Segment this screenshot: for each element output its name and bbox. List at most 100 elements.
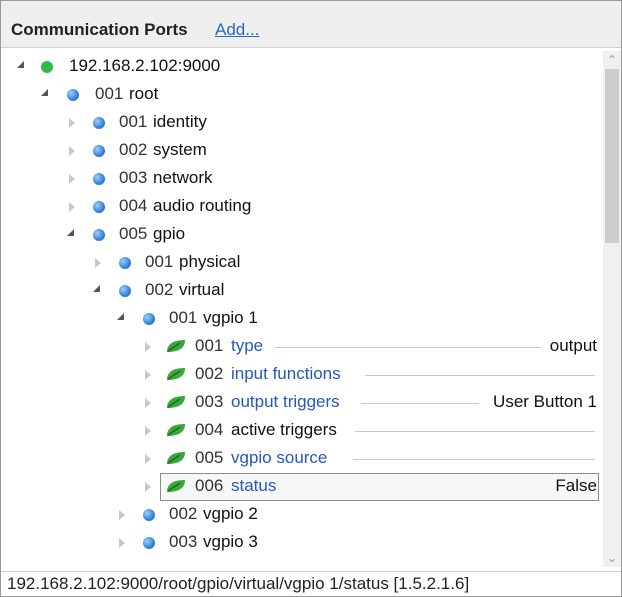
node-icon [93,173,105,185]
leaf-icon [167,424,185,436]
tree-node-number: 001 [119,112,148,131]
tree-node-label[interactable]: status [231,476,276,496]
expand-icon[interactable] [67,229,74,236]
tree-row-output-triggers[interactable]: 003 output triggers User Button 1 [5,389,601,417]
collapsed-arrow-icon[interactable] [145,398,151,408]
leader-line [361,403,479,404]
tree-node-value: output [549,336,597,355]
leaf-icon [167,452,185,464]
selection-highlight [160,473,599,501]
tree-row-root[interactable]: 001 root [5,81,601,109]
tree-node-label: audio routing [153,196,252,215]
add-link[interactable]: Add... [215,20,259,40]
chevron-down-icon[interactable]: ⌄ [603,549,621,567]
collapsed-arrow-icon[interactable] [119,510,125,520]
collapsed-arrow-icon[interactable] [145,342,151,352]
node-icon [67,89,79,101]
tree-node-number: 003 [119,168,148,187]
tree-node-number: 002 [195,364,224,383]
tree-row-identity[interactable]: 001 identity [5,109,601,137]
tree-node-number: 001 [195,336,224,355]
leader-line [365,375,595,376]
leader-line [275,347,541,348]
node-icon [93,145,105,157]
tree-node-label[interactable]: output triggers [231,392,340,412]
tree-node-label: 192.168.2.102:9000 [69,56,221,75]
tree-node-label[interactable]: input functions [231,364,341,384]
expand-icon[interactable] [41,89,48,96]
tree-row-physical[interactable]: 001 physical [5,249,601,277]
panel-title: Communication Ports [11,20,188,39]
tree-row-input-functions[interactable]: 002 input functions [5,361,601,389]
tree-row-vgpio-2[interactable]: 002 vgpio 2 [5,501,601,529]
tree-node-label[interactable]: vgpio source [231,448,327,468]
tree-node-label: identity [153,112,207,131]
tree-row-ip[interactable]: 192.168.2.102:9000 [5,53,601,81]
tree-node-number: 002 [145,280,174,299]
tree-node-number: 003 [169,532,198,551]
collapsed-arrow-icon[interactable] [145,482,151,492]
node-icon [143,537,155,549]
node-icon [93,117,105,129]
tree-node-label: vgpio 2 [203,504,258,523]
panel-header: Communication Ports Add... [1,1,621,48]
leaf-icon [167,396,185,408]
tree-row-type[interactable]: 001 type output [5,333,601,361]
collapsed-arrow-icon[interactable] [69,202,75,212]
collapsed-arrow-icon[interactable] [69,174,75,184]
tree-node-number: 006 [195,476,224,495]
tree-node-number: 001 [95,84,124,103]
tree-node-number: 001 [145,252,174,271]
scrollbar-thumb[interactable] [605,69,619,243]
tree-node-number: 002 [119,140,148,159]
tree-node-label: gpio [153,224,186,243]
tree-node-label[interactable]: type [231,336,263,356]
tree-node-label: vgpio 3 [203,532,258,551]
collapsed-arrow-icon[interactable] [69,118,75,128]
tree-row-status[interactable]: 006 status False [5,473,601,501]
expand-icon[interactable] [93,285,100,292]
tree-row-system[interactable]: 002 system [5,137,601,165]
leaf-icon [167,340,185,352]
collapsed-arrow-icon[interactable] [119,538,125,548]
tree-node-number: 005 [195,448,224,467]
tree-row-network[interactable]: 003 network [5,165,601,193]
tree-node-label: virtual [179,280,225,299]
leaf-icon [167,480,185,492]
tree-node-number: 003 [195,392,224,411]
collapsed-arrow-icon[interactable] [95,258,101,268]
tree-row-vgpio-3[interactable]: 003 vgpio 3 [5,529,601,557]
collapsed-arrow-icon[interactable] [69,146,75,156]
collapsed-arrow-icon[interactable] [145,370,151,380]
status-green-icon [41,61,53,73]
tree-node-number: 002 [169,504,198,523]
tree-node-label: vgpio 1 [203,308,258,327]
status-bar: 192.168.2.102:9000/root/gpio/virtual/vgp… [1,571,621,596]
tree-node-value: User Button 1 [493,392,597,411]
tree-node-label: system [153,140,207,159]
expand-icon[interactable] [17,61,24,68]
tree-node-number: 004 [195,420,224,439]
tree-node-number: 004 [119,196,148,215]
expand-icon[interactable] [117,313,124,320]
tree-view[interactable]: 192.168.2.102:9000 001 root 001 identity… [5,51,601,567]
tree-row-vgpio-1[interactable]: 001 vgpio 1 [5,305,601,333]
tree-row-audio-routing[interactable]: 004 audio routing [5,193,601,221]
leader-line [355,431,595,432]
node-icon [119,257,131,269]
collapsed-arrow-icon[interactable] [145,426,151,436]
tree-node-label[interactable]: active triggers [231,420,337,440]
vertical-scrollbar[interactable]: ⌃ ⌄ [603,51,621,567]
tree-row-active-triggers[interactable]: 004 active triggers [5,417,601,445]
node-icon [143,509,155,521]
tree-row-vgpio-source[interactable]: 005 vgpio source [5,445,601,473]
status-path: 192.168.2.102:9000/root/gpio/virtual/vgp… [7,574,470,593]
tree-node-value: False [555,476,597,495]
tree-row-virtual[interactable]: 002 virtual [5,277,601,305]
node-icon [93,229,105,241]
chevron-up-icon[interactable]: ⌃ [603,51,621,69]
collapsed-arrow-icon[interactable] [145,454,151,464]
tree-row-gpio[interactable]: 005 gpio [5,221,601,249]
tree-node-number: 005 [119,224,148,243]
communication-ports-panel: Communication Ports Add... 192.168.2.102… [0,0,622,597]
